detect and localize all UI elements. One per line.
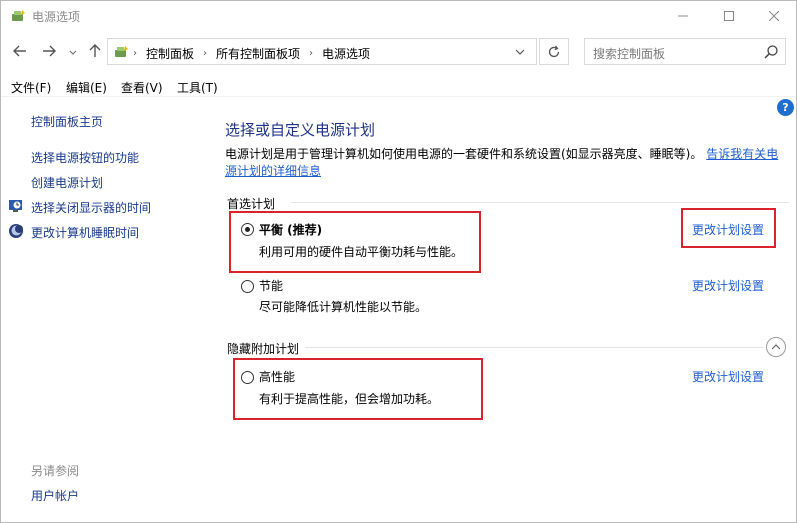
control-panel-icon — [115, 46, 128, 57]
close-button[interactable] — [751, 1, 797, 31]
page-description: 电源计划是用于管理计算机如何使用电源的一套硬件和系统设置(如显示器亮度、睡眠等)… — [225, 146, 790, 180]
refresh-icon — [548, 45, 560, 57]
power-options-icon — [12, 10, 25, 21]
create-power-plan-link[interactable]: 创建电源计划 — [31, 174, 103, 191]
high-performance-change-settings-link[interactable]: 更改计划设置 — [692, 368, 764, 385]
minimize-button[interactable] — [660, 1, 706, 31]
up-button[interactable] — [85, 40, 105, 62]
preferred-plans-heading: 首选计划 — [227, 197, 276, 211]
description-text: 电源计划是用于管理计算机如何使用电源的一套硬件和系统设置(如显示器亮度、睡眠等)… — [225, 147, 703, 161]
breadcrumb-control-panel[interactable]: 控制面板 — [146, 45, 194, 62]
chevron-down-icon — [69, 50, 77, 55]
menu-bar: 文件(F) 编辑(E) 查看(V) 工具(T) — [1, 73, 796, 97]
arrow-left-icon — [13, 45, 26, 57]
search-placeholder: 搜索控制面板 — [593, 47, 666, 61]
help-icon[interactable]: ? — [777, 99, 794, 116]
breadcrumb-separator[interactable]: › — [309, 48, 313, 59]
maximize-icon — [724, 11, 734, 21]
window-title: 电源选项 — [32, 10, 81, 24]
breadcrumb-separator[interactable]: › — [203, 48, 207, 59]
refresh-button[interactable] — [539, 38, 569, 65]
recent-locations-button[interactable] — [63, 42, 83, 64]
power-saver-plan-radio[interactable] — [241, 280, 254, 293]
arrow-up-icon — [89, 44, 101, 57]
breadcrumb: › 控制面板 › 所有控制面板项 › 电源选项 — [133, 45, 370, 62]
page-title: 选择或自定义电源计划 — [225, 121, 376, 139]
breadcrumb-power-options[interactable]: 电源选项 — [322, 45, 370, 62]
breadcrumb-all-items[interactable]: 所有控制面板项 — [216, 45, 300, 62]
chevron-down-icon — [515, 49, 525, 55]
sleep-moon-icon — [9, 224, 23, 238]
see-also-heading: 另请参阅 — [31, 464, 80, 478]
arrow-right-icon — [43, 45, 56, 57]
navigation-bar: › 控制面板 › 所有控制面板项 › 电源选项 搜索控制面板 — [1, 34, 796, 70]
power-saver-plan-description: 尽可能降低计算机性能以节能。 — [259, 300, 428, 314]
chevron-up-icon — [771, 344, 781, 350]
user-accounts-link[interactable]: 用户帐户 — [31, 487, 79, 504]
section-divider — [305, 347, 763, 348]
forward-button[interactable] — [39, 40, 59, 62]
menu-tools[interactable]: 工具(T) — [177, 79, 218, 96]
power-options-window: 电源选项 › 控制面板 › 所有控制面板项 › 电源选项 搜索控制面板 文件(F… — [0, 0, 797, 523]
sleep-time-link[interactable]: 更改计算机睡眠时间 — [31, 224, 139, 241]
power-saver-plan-name[interactable]: 节能 — [259, 277, 283, 294]
address-history-dropdown[interactable] — [511, 43, 529, 61]
display-off-time-link[interactable]: 选择关闭显示器的时间 — [31, 199, 151, 216]
menu-edit[interactable]: 编辑(E) — [66, 79, 107, 96]
display-timer-icon — [9, 200, 22, 212]
section-divider — [291, 202, 789, 203]
search-input[interactable]: 搜索控制面板 — [584, 38, 786, 65]
highlight-box-change-settings — [681, 208, 776, 248]
close-icon — [769, 11, 779, 21]
breadcrumb-separator[interactable]: › — [133, 48, 137, 59]
menu-file[interactable]: 文件(F) — [11, 79, 51, 96]
highlight-box-balanced — [229, 211, 481, 273]
power-saver-change-settings-link[interactable]: 更改计划设置 — [692, 277, 764, 294]
highlight-box-high-performance — [233, 358, 483, 420]
collapse-hidden-plans-button[interactable] — [766, 337, 786, 357]
maximize-button[interactable] — [706, 1, 752, 31]
hidden-plans-heading: 隐藏附加计划 — [227, 342, 300, 356]
address-bar[interactable]: › 控制面板 › 所有控制面板项 › 电源选项 — [107, 38, 537, 65]
menu-view[interactable]: 查看(V) — [121, 79, 163, 96]
minimize-icon — [678, 15, 688, 17]
title-bar: 电源选项 — [1, 1, 796, 31]
control-panel-home-link[interactable]: 控制面板主页 — [31, 113, 103, 130]
power-button-function-link[interactable]: 选择电源按钮的功能 — [31, 149, 139, 166]
search-icon[interactable] — [762, 43, 780, 61]
back-button[interactable] — [10, 40, 30, 62]
